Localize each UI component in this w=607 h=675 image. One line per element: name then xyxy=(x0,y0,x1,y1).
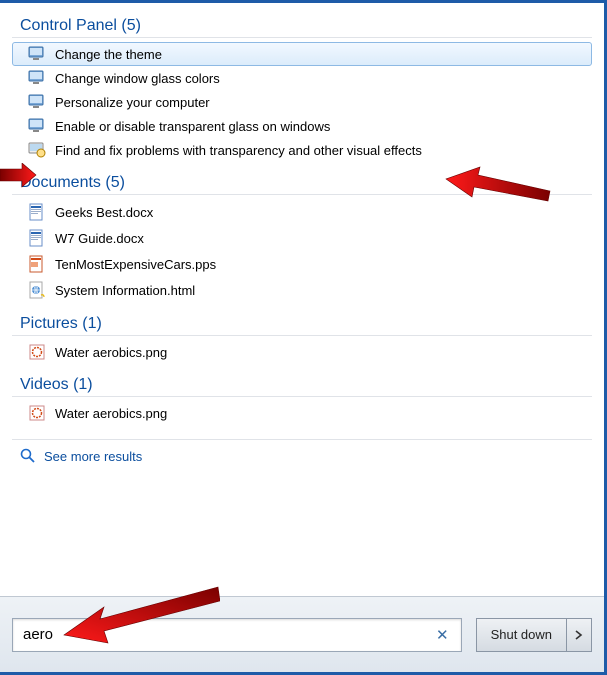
see-more-label: See more results xyxy=(44,449,142,464)
search-box[interactable]: ✕ xyxy=(12,618,462,652)
shutdown-options-button[interactable] xyxy=(566,618,592,652)
separator xyxy=(12,194,592,195)
shutdown-button[interactable]: Shut down xyxy=(476,618,566,652)
image-file-icon xyxy=(27,344,47,360)
monitor-icon xyxy=(27,70,47,86)
separator xyxy=(12,439,592,440)
monitor-icon xyxy=(27,118,47,134)
group-header-control-panel[interactable]: Control Panel (5) xyxy=(8,13,596,37)
result-item[interactable]: System Information.html xyxy=(12,277,592,303)
result-item[interactable]: Geeks Best.docx xyxy=(12,199,592,225)
result-label: Geeks Best.docx xyxy=(55,205,153,220)
result-item[interactable]: Change window glass colors xyxy=(12,66,592,90)
result-label: TenMostExpensiveCars.pps xyxy=(55,257,216,272)
result-label: Enable or disable transparent glass on w… xyxy=(55,119,330,134)
result-label: Change the theme xyxy=(55,47,162,62)
monitor-icon xyxy=(27,46,47,62)
result-item[interactable]: Personalize your computer xyxy=(12,90,592,114)
separator xyxy=(12,37,592,38)
magnifier-icon xyxy=(20,448,38,464)
result-item[interactable]: W7 Guide.docx xyxy=(12,225,592,251)
result-item[interactable]: Water aerobics.png xyxy=(12,401,592,425)
result-label: Personalize your computer xyxy=(55,95,210,110)
see-more-results-link[interactable]: See more results xyxy=(8,444,596,470)
group-header-documents[interactable]: Documents (5) xyxy=(8,170,596,194)
separator xyxy=(12,396,592,397)
result-label: Water aerobics.png xyxy=(55,406,167,421)
clear-search-icon[interactable]: ✕ xyxy=(432,626,453,644)
group-header-pictures[interactable]: Pictures (1) xyxy=(8,311,596,335)
chevron-right-icon xyxy=(575,630,583,640)
result-item[interactable]: TenMostExpensiveCars.pps xyxy=(12,251,592,277)
result-label: Change window glass colors xyxy=(55,71,220,86)
word-doc-icon xyxy=(27,203,47,221)
result-label: System Information.html xyxy=(55,283,195,298)
result-item[interactable]: Find and fix problems with transparency … xyxy=(12,138,592,162)
image-file-icon xyxy=(27,405,47,421)
result-item[interactable]: Enable or disable transparent glass on w… xyxy=(12,114,592,138)
html-file-icon xyxy=(27,281,47,299)
result-label: Find and fix problems with transparency … xyxy=(55,143,422,158)
powerpoint-icon xyxy=(27,255,47,273)
group-header-videos[interactable]: Videos (1) xyxy=(8,372,596,396)
separator xyxy=(12,335,592,336)
monitor-icon xyxy=(27,94,47,110)
result-label: Water aerobics.png xyxy=(55,345,167,360)
word-doc-icon xyxy=(27,229,47,247)
result-label: W7 Guide.docx xyxy=(55,231,144,246)
search-input[interactable] xyxy=(21,625,432,644)
bottom-bar: ✕ Shut down xyxy=(0,596,604,672)
result-item[interactable]: Change the theme xyxy=(12,42,592,66)
troubleshoot-icon xyxy=(27,142,47,158)
result-item[interactable]: Water aerobics.png xyxy=(12,340,592,364)
